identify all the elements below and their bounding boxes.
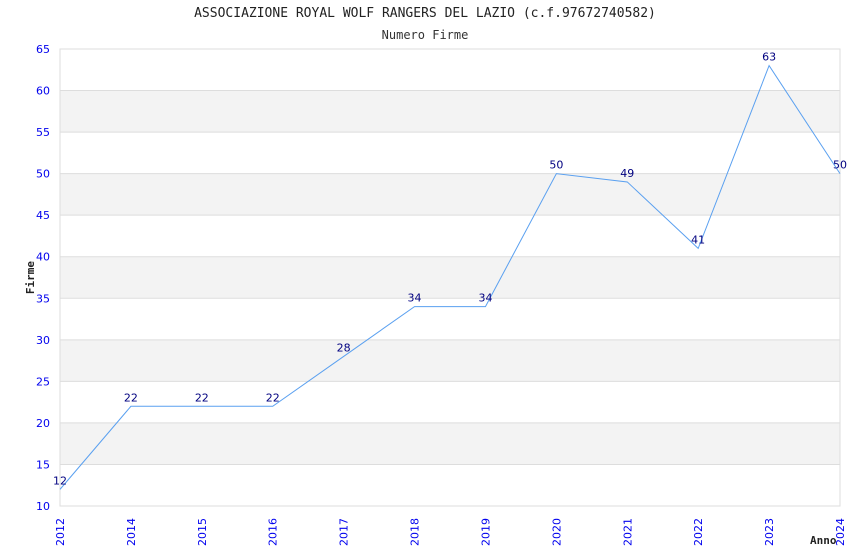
y-tick-label: 15 [36, 458, 50, 471]
grid-band [60, 173, 840, 216]
data-label: 22 [266, 391, 280, 404]
x-axis-label: Anno [810, 534, 837, 547]
y-axis-label: Firme [24, 261, 37, 294]
x-tick-label: 2012 [54, 518, 67, 546]
x-tick-label: 2016 [267, 518, 280, 546]
data-label: 22 [195, 391, 209, 404]
y-tick-label: 30 [36, 334, 50, 347]
grid-band [60, 422, 840, 465]
data-label: 34 [408, 292, 422, 305]
y-tick-label: 60 [36, 85, 50, 98]
y-tick-label: 25 [36, 375, 50, 388]
data-label: 50 [833, 159, 847, 172]
x-tick-label: 2022 [692, 518, 705, 546]
x-tick-label: 2017 [338, 518, 351, 546]
x-tick-label: 2020 [550, 518, 563, 546]
data-label: 34 [478, 292, 492, 305]
y-tick-label: 65 [36, 43, 50, 56]
grid-band [60, 256, 840, 299]
x-tick-label: 2023 [763, 518, 776, 546]
grid-band [60, 339, 840, 382]
data-label: 41 [691, 233, 705, 246]
y-tick-label: 50 [36, 168, 50, 181]
data-label: 49 [620, 167, 634, 180]
data-label: 22 [124, 391, 138, 404]
x-tick-label: 2021 [621, 518, 634, 546]
y-tick-label: 35 [36, 292, 50, 305]
line-chart: 10 15 20 25 30 35 40 45 50 55 60 65 2012 2014 2015 2016… [24, 43, 847, 547]
x-tick-label: 2014 [125, 518, 138, 546]
y-tick-label: 40 [36, 251, 50, 264]
y-tick-label: 20 [36, 417, 50, 430]
y-tick-label: 55 [36, 126, 50, 139]
data-label: 12 [53, 474, 67, 487]
x-tick-label: 2015 [196, 518, 209, 546]
grid-band [60, 90, 840, 133]
data-label: 63 [762, 51, 776, 64]
y-tick-label: 10 [36, 500, 50, 513]
data-label: 50 [549, 159, 563, 172]
x-tick-label: 2018 [409, 518, 422, 546]
y-tick-label: 45 [36, 209, 50, 222]
x-tick-label: 2019 [479, 518, 492, 546]
data-label: 28 [337, 341, 351, 354]
